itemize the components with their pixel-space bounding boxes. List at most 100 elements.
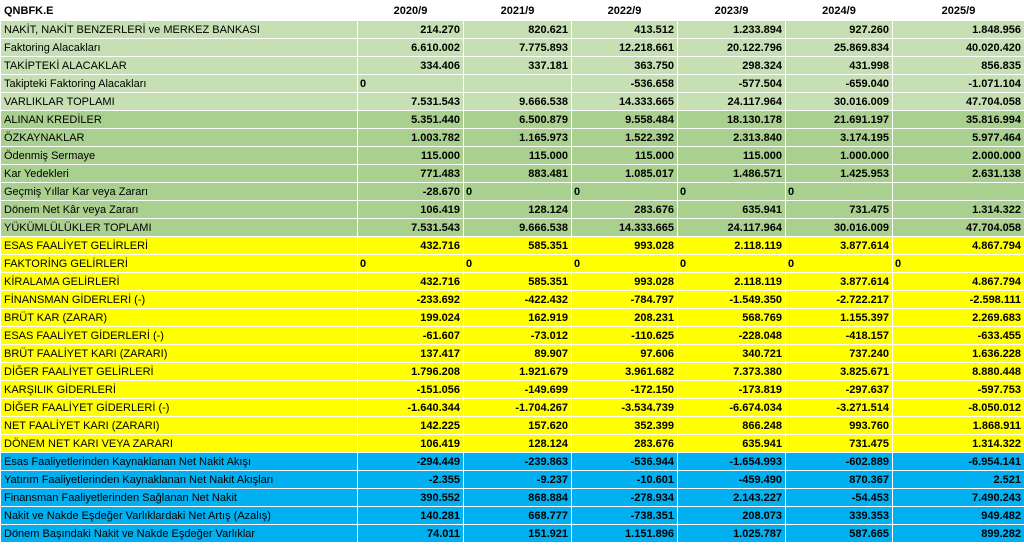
value-cell: 14.333.665 — [571, 92, 678, 111]
value-cell: 0 — [571, 254, 678, 273]
row-label: Dönem Net Kâr veya Zararı — [0, 200, 358, 219]
value-cell: 7.373.380 — [677, 362, 786, 381]
value-cell: -173.819 — [677, 380, 786, 399]
value-cell: 7.531.543 — [357, 92, 464, 111]
value-cell: -3.271.514 — [785, 398, 893, 417]
value-cell: 208.073 — [677, 506, 786, 525]
value-cell: 208.231 — [571, 308, 678, 327]
table-row: Ödenmiş Sermaye 115.000 115.000 115.000 115.… — [0, 146, 1024, 165]
value-cell: 162.919 — [463, 308, 572, 327]
value-cell: 14.333.665 — [571, 218, 678, 237]
value-cell: 856.835 — [892, 56, 1024, 75]
value-cell: 0 — [892, 254, 1024, 273]
value-cell: 363.750 — [571, 56, 678, 75]
value-cell: 2.521 — [892, 470, 1024, 489]
value-cell: 1.165.973 — [463, 128, 572, 147]
value-cell: -459.490 — [677, 470, 786, 489]
value-cell: 106.419 — [357, 434, 464, 453]
value-cell: 585.351 — [463, 236, 572, 255]
value-cell: -1.704.267 — [463, 398, 572, 417]
value-cell: 1.155.397 — [785, 308, 893, 327]
value-cell: 5.351.440 — [357, 110, 464, 129]
row-label: Yatırım Faaliyetlerinden Kaynaklanan Net… — [0, 470, 358, 489]
value-cell: 199.024 — [357, 308, 464, 327]
table-row: Kar Yedekleri 771.483 883.481 1.085.017 1.48… — [0, 164, 1024, 183]
value-cell: 993.760 — [785, 416, 893, 435]
row-label: KARŞILIK GİDERLERİ — [0, 380, 358, 399]
row-label: NET FAALİYET KARI (ZARARI) — [0, 416, 358, 435]
value-cell: 2.631.138 — [892, 164, 1024, 183]
value-cell: 899.282 — [892, 524, 1024, 543]
value-cell: -633.455 — [892, 326, 1024, 345]
year-header: 2025/9 — [892, 0, 1024, 21]
value-cell: 30.016.009 — [785, 92, 893, 111]
value-cell: 115.000 — [463, 146, 572, 165]
value-cell: 24.117.964 — [677, 92, 786, 111]
value-cell: 6.610.002 — [357, 38, 464, 57]
value-cell: -659.040 — [785, 74, 893, 93]
year-header: 2020/9 — [357, 0, 464, 21]
table-row: KARŞILIK GİDERLERİ -151.056 -149.699 -172.1… — [0, 380, 1024, 399]
value-cell: 0 — [571, 182, 678, 201]
value-cell: 585.351 — [463, 272, 572, 291]
value-cell: 2.000.000 — [892, 146, 1024, 165]
table-row: Nakit ve Nakde Eşdeğer Varlıklardaki Net… — [0, 506, 1024, 525]
value-cell: 214.270 — [357, 20, 464, 39]
value-cell: 668.777 — [463, 506, 572, 525]
value-cell: 731.475 — [785, 200, 893, 219]
value-cell: 1.151.896 — [571, 524, 678, 543]
table-row: BRÜT FAALİYET KARI (ZARARI) 137.417 89.907… — [0, 344, 1024, 363]
table-row: Takipteki Faktoring Alacakları 0 -536.658-… — [0, 74, 1024, 93]
value-cell: 1.314.322 — [892, 434, 1024, 453]
value-cell: 9.666.538 — [463, 218, 572, 237]
row-label: Takipteki Faktoring Alacakları — [0, 74, 358, 93]
value-cell: 128.124 — [463, 434, 572, 453]
value-cell: 866.248 — [677, 416, 786, 435]
value-cell: -418.157 — [785, 326, 893, 345]
table-row: ALINAN KREDİLER 5.351.440 6.500.879 9.558.4… — [0, 110, 1024, 129]
table-row: Esas Faaliyetlerinden Kaynaklanan Net Na… — [0, 452, 1024, 471]
value-cell: 7.490.243 — [892, 488, 1024, 507]
table-row: Finansman Faaliyetlerinden Sağlanan Net … — [0, 488, 1024, 507]
row-label: Dönem Başındaki Nakit ve Nakde Eşdeğer V… — [0, 524, 358, 543]
year-header: 2024/9 — [785, 0, 893, 21]
row-label: Kar Yedekleri — [0, 164, 358, 183]
value-cell: 868.884 — [463, 488, 572, 507]
value-cell: 157.620 — [463, 416, 572, 435]
year-header: 2022/9 — [571, 0, 678, 21]
row-label: Ödenmiş Sermaye — [0, 146, 358, 165]
value-cell: 151.921 — [463, 524, 572, 543]
financial-table: QNBFK.E 2020/9 2021/9 2022/9 2023/9 2024… — [0, 0, 1024, 543]
value-cell: 7.531.543 — [357, 218, 464, 237]
value-cell: 2.269.683 — [892, 308, 1024, 327]
value-cell: 4.867.794 — [892, 236, 1024, 255]
value-cell: -422.432 — [463, 290, 572, 309]
row-label: Nakit ve Nakde Eşdeğer Varlıklardaki Net… — [0, 506, 358, 525]
value-cell: -294.449 — [357, 452, 464, 471]
value-cell: -233.692 — [357, 290, 464, 309]
row-label: BRÜT KAR (ZARAR) — [0, 308, 358, 327]
value-cell: -172.150 — [571, 380, 678, 399]
value-cell: 35.816.994 — [892, 110, 1024, 129]
value-cell: 142.225 — [357, 416, 464, 435]
value-cell: -8.050.012 — [892, 398, 1024, 417]
row-label: Finansman Faaliyetlerinden Sağlanan Net … — [0, 488, 358, 507]
value-cell: 24.117.964 — [677, 218, 786, 237]
value-cell: 2.118.119 — [677, 236, 786, 255]
value-cell: 3.825.671 — [785, 362, 893, 381]
row-label: Faktoring Alacakları — [0, 38, 358, 57]
value-cell: -2.355 — [357, 470, 464, 489]
year-header: 2021/9 — [463, 0, 572, 21]
table-row: YÜKÜMLÜLÜKLER TOPLAMI 7.531.543 9.666.538 1… — [0, 218, 1024, 237]
value-cell: -738.351 — [571, 506, 678, 525]
value-cell: -73.012 — [463, 326, 572, 345]
value-cell: 0 — [785, 254, 893, 273]
value-cell: 1.921.679 — [463, 362, 572, 381]
row-label: Geçmiş Yıllar Kar veya Zararı — [0, 182, 358, 201]
value-cell: 413.512 — [571, 20, 678, 39]
row-label: DİĞER FAALİYET GİDERLERİ (-) — [0, 398, 358, 417]
table-row: ÖZKAYNAKLAR 1.003.782 1.165.973 1.522.392 2.… — [0, 128, 1024, 147]
value-cell: 993.028 — [571, 236, 678, 255]
value-cell: -9.237 — [463, 470, 572, 489]
table-row: Dönem Başındaki Nakit ve Nakde Eşdeğer V… — [0, 524, 1024, 543]
